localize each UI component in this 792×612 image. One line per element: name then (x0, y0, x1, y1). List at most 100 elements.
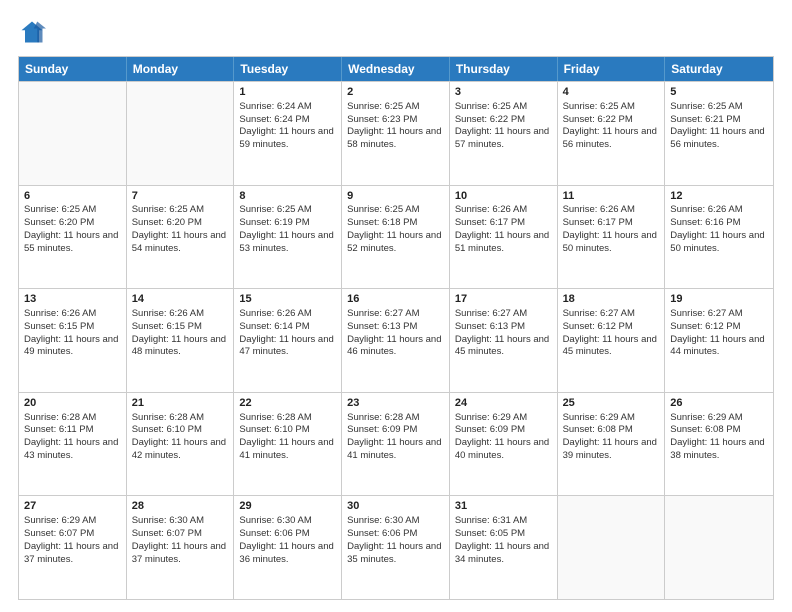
sunrise-text: Sunrise: 6:28 AM (239, 412, 336, 425)
calendar-cell: 3Sunrise: 6:25 AMSunset: 6:22 PMDaylight… (450, 82, 558, 185)
sunrise-text: Sunrise: 6:26 AM (455, 204, 552, 217)
sunset-text: Sunset: 6:12 PM (670, 321, 768, 334)
calendar-cell (127, 82, 235, 185)
calendar-cell: 20Sunrise: 6:28 AMSunset: 6:11 PMDayligh… (19, 393, 127, 496)
sunset-text: Sunset: 6:18 PM (347, 217, 444, 230)
daylight-text: Daylight: 11 hours and 37 minutes. (132, 541, 229, 567)
sunset-text: Sunset: 6:10 PM (132, 424, 229, 437)
daylight-text: Daylight: 11 hours and 41 minutes. (347, 437, 444, 463)
daylight-text: Daylight: 11 hours and 56 minutes. (563, 126, 660, 152)
day-number: 15 (239, 292, 336, 307)
calendar-cell: 16Sunrise: 6:27 AMSunset: 6:13 PMDayligh… (342, 289, 450, 392)
sunrise-text: Sunrise: 6:30 AM (132, 515, 229, 528)
sunrise-text: Sunrise: 6:26 AM (670, 204, 768, 217)
sunset-text: Sunset: 6:22 PM (455, 114, 552, 127)
calendar-cell: 31Sunrise: 6:31 AMSunset: 6:05 PMDayligh… (450, 496, 558, 599)
day-number: 27 (24, 499, 121, 514)
calendar-cell: 26Sunrise: 6:29 AMSunset: 6:08 PMDayligh… (665, 393, 773, 496)
daylight-text: Daylight: 11 hours and 41 minutes. (239, 437, 336, 463)
day-number: 18 (563, 292, 660, 307)
calendar-cell: 10Sunrise: 6:26 AMSunset: 6:17 PMDayligh… (450, 186, 558, 289)
daylight-text: Daylight: 11 hours and 49 minutes. (24, 334, 121, 360)
daylight-text: Daylight: 11 hours and 38 minutes. (670, 437, 768, 463)
calendar-cell: 24Sunrise: 6:29 AMSunset: 6:09 PMDayligh… (450, 393, 558, 496)
sunrise-text: Sunrise: 6:25 AM (24, 204, 121, 217)
day-number: 3 (455, 85, 552, 100)
calendar-header-row: SundayMondayTuesdayWednesdayThursdayFrid… (19, 57, 773, 81)
calendar-row: 20Sunrise: 6:28 AMSunset: 6:11 PMDayligh… (19, 392, 773, 496)
daylight-text: Daylight: 11 hours and 45 minutes. (455, 334, 552, 360)
sunset-text: Sunset: 6:19 PM (239, 217, 336, 230)
day-number: 4 (563, 85, 660, 100)
calendar-row: 27Sunrise: 6:29 AMSunset: 6:07 PMDayligh… (19, 495, 773, 599)
daylight-text: Daylight: 11 hours and 52 minutes. (347, 230, 444, 256)
day-number: 11 (563, 189, 660, 204)
weekday-header: Monday (127, 57, 235, 81)
day-number: 7 (132, 189, 229, 204)
sunset-text: Sunset: 6:20 PM (24, 217, 121, 230)
day-number: 31 (455, 499, 552, 514)
day-number: 14 (132, 292, 229, 307)
daylight-text: Daylight: 11 hours and 39 minutes. (563, 437, 660, 463)
day-number: 20 (24, 396, 121, 411)
sunset-text: Sunset: 6:07 PM (24, 528, 121, 541)
daylight-text: Daylight: 11 hours and 37 minutes. (24, 541, 121, 567)
header (18, 18, 774, 46)
calendar-cell: 23Sunrise: 6:28 AMSunset: 6:09 PMDayligh… (342, 393, 450, 496)
calendar-cell: 19Sunrise: 6:27 AMSunset: 6:12 PMDayligh… (665, 289, 773, 392)
sunset-text: Sunset: 6:13 PM (455, 321, 552, 334)
daylight-text: Daylight: 11 hours and 40 minutes. (455, 437, 552, 463)
daylight-text: Daylight: 11 hours and 54 minutes. (132, 230, 229, 256)
daylight-text: Daylight: 11 hours and 43 minutes. (24, 437, 121, 463)
sunrise-text: Sunrise: 6:25 AM (455, 101, 552, 114)
sunset-text: Sunset: 6:10 PM (239, 424, 336, 437)
weekday-header: Friday (558, 57, 666, 81)
day-number: 24 (455, 396, 552, 411)
sunset-text: Sunset: 6:11 PM (24, 424, 121, 437)
calendar-cell: 15Sunrise: 6:26 AMSunset: 6:14 PMDayligh… (234, 289, 342, 392)
daylight-text: Daylight: 11 hours and 45 minutes. (563, 334, 660, 360)
day-number: 26 (670, 396, 768, 411)
sunset-text: Sunset: 6:15 PM (24, 321, 121, 334)
calendar-cell: 17Sunrise: 6:27 AMSunset: 6:13 PMDayligh… (450, 289, 558, 392)
day-number: 2 (347, 85, 444, 100)
calendar-row: 1Sunrise: 6:24 AMSunset: 6:24 PMDaylight… (19, 81, 773, 185)
sunrise-text: Sunrise: 6:27 AM (563, 308, 660, 321)
day-number: 30 (347, 499, 444, 514)
day-number: 12 (670, 189, 768, 204)
calendar-cell (558, 496, 666, 599)
sunset-text: Sunset: 6:12 PM (563, 321, 660, 334)
daylight-text: Daylight: 11 hours and 47 minutes. (239, 334, 336, 360)
sunset-text: Sunset: 6:24 PM (239, 114, 336, 127)
daylight-text: Daylight: 11 hours and 44 minutes. (670, 334, 768, 360)
sunrise-text: Sunrise: 6:25 AM (239, 204, 336, 217)
logo-icon (18, 18, 46, 46)
calendar-cell: 13Sunrise: 6:26 AMSunset: 6:15 PMDayligh… (19, 289, 127, 392)
calendar-body: 1Sunrise: 6:24 AMSunset: 6:24 PMDaylight… (19, 81, 773, 599)
calendar-cell: 1Sunrise: 6:24 AMSunset: 6:24 PMDaylight… (234, 82, 342, 185)
calendar-cell: 12Sunrise: 6:26 AMSunset: 6:16 PMDayligh… (665, 186, 773, 289)
sunrise-text: Sunrise: 6:26 AM (132, 308, 229, 321)
sunrise-text: Sunrise: 6:31 AM (455, 515, 552, 528)
day-number: 22 (239, 396, 336, 411)
sunrise-text: Sunrise: 6:25 AM (347, 204, 444, 217)
sunrise-text: Sunrise: 6:27 AM (347, 308, 444, 321)
weekday-header: Sunday (19, 57, 127, 81)
sunrise-text: Sunrise: 6:27 AM (670, 308, 768, 321)
sunset-text: Sunset: 6:14 PM (239, 321, 336, 334)
sunset-text: Sunset: 6:06 PM (347, 528, 444, 541)
calendar-cell: 11Sunrise: 6:26 AMSunset: 6:17 PMDayligh… (558, 186, 666, 289)
sunset-text: Sunset: 6:13 PM (347, 321, 444, 334)
calendar-cell: 28Sunrise: 6:30 AMSunset: 6:07 PMDayligh… (127, 496, 235, 599)
calendar-cell: 5Sunrise: 6:25 AMSunset: 6:21 PMDaylight… (665, 82, 773, 185)
calendar-cell: 14Sunrise: 6:26 AMSunset: 6:15 PMDayligh… (127, 289, 235, 392)
day-number: 16 (347, 292, 444, 307)
daylight-text: Daylight: 11 hours and 58 minutes. (347, 126, 444, 152)
sunrise-text: Sunrise: 6:24 AM (239, 101, 336, 114)
day-number: 28 (132, 499, 229, 514)
sunrise-text: Sunrise: 6:29 AM (670, 412, 768, 425)
daylight-text: Daylight: 11 hours and 46 minutes. (347, 334, 444, 360)
sunrise-text: Sunrise: 6:26 AM (24, 308, 121, 321)
daylight-text: Daylight: 11 hours and 55 minutes. (24, 230, 121, 256)
day-number: 21 (132, 396, 229, 411)
